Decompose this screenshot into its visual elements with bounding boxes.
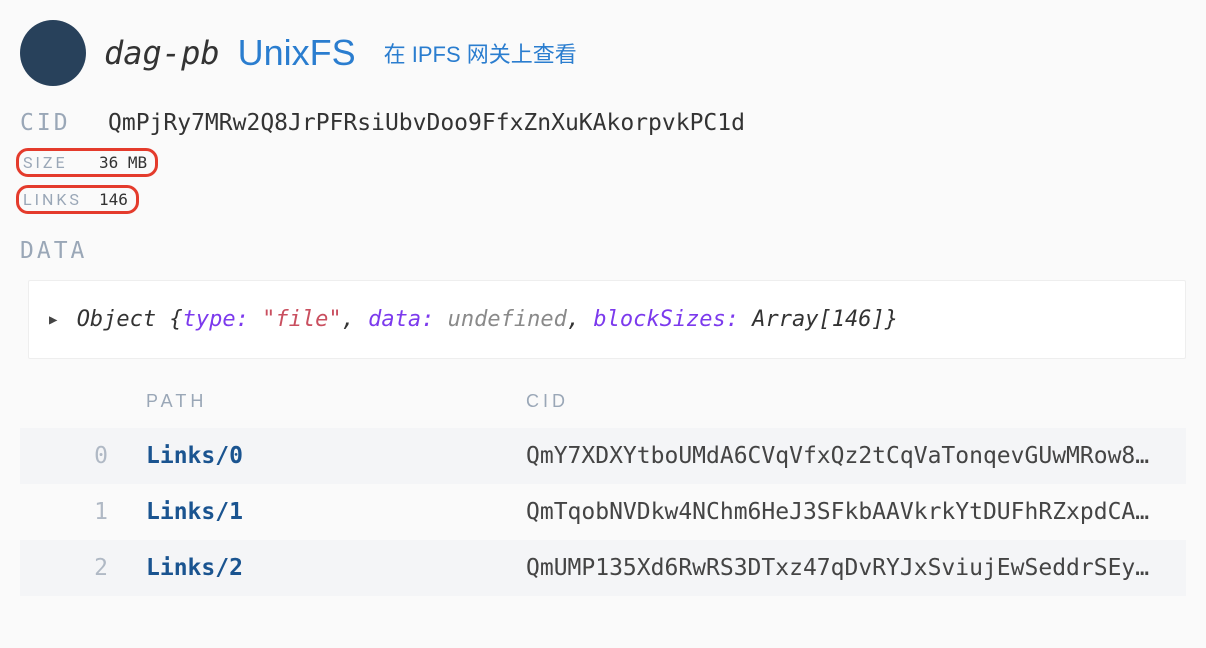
col-index-header bbox=[20, 391, 132, 412]
row-index: 1 bbox=[20, 499, 132, 525]
object-inspector-panel: ▶ Object {type: "file", data: undefined,… bbox=[28, 280, 1186, 359]
table-row: 1 Links/1 QmTqobNVDkw4NChm6HeJ3SFkbAAVkr… bbox=[20, 484, 1186, 540]
links-table: PATH CID 0 Links/0 QmY7XDXYtboUMdA6CVqVf… bbox=[20, 381, 1186, 596]
object-brace-close: } bbox=[885, 307, 898, 332]
col-cid-header: CID bbox=[526, 391, 1186, 412]
links-value: 146 bbox=[99, 190, 128, 209]
links-row-highlighted: LINKS 146 bbox=[16, 185, 139, 214]
object-key-blocksizes: blockSizes: bbox=[593, 307, 739, 332]
object-brace-open: { bbox=[169, 307, 182, 332]
row-path-link[interactable]: Links/1 bbox=[132, 499, 526, 525]
data-label-row: DATA bbox=[20, 238, 1186, 264]
row-cid: QmTqobNVDkw4NChm6HeJ3SFkbAAVkrkYtDUFhRZx… bbox=[526, 499, 1186, 525]
row-index: 0 bbox=[20, 443, 132, 469]
size-label: SIZE bbox=[23, 153, 99, 172]
object-type-icon bbox=[20, 20, 86, 86]
object-keyword: Object bbox=[77, 307, 156, 332]
cid-row: CID QmPjRy7MRw2Q8JrPFRsiUbvDoo9FfxZnXuKA… bbox=[20, 110, 1186, 136]
filesystem-label: UnixFS bbox=[238, 32, 356, 74]
size-value: 36 MB bbox=[99, 153, 147, 172]
object-key-data: data: bbox=[368, 307, 434, 332]
object-val-type: "file" bbox=[262, 307, 341, 332]
object-val-blocksizes: Array[146] bbox=[752, 307, 884, 332]
size-row-highlighted: SIZE 36 MB bbox=[16, 148, 158, 177]
col-path-header: PATH bbox=[132, 391, 526, 412]
object-header: dag-pb UnixFS 在 IPFS 网关上查看 bbox=[20, 20, 1186, 86]
expand-arrow-icon[interactable]: ▶ bbox=[49, 312, 57, 328]
row-path-link[interactable]: Links/2 bbox=[132, 555, 526, 581]
table-row: 2 Links/2 QmUMP135Xd6RwRS3DTxz47qDvRYJxS… bbox=[20, 540, 1186, 596]
gateway-link[interactable]: 在 IPFS 网关上查看 bbox=[384, 37, 577, 69]
links-label: LINKS bbox=[23, 190, 99, 209]
row-path-link[interactable]: Links/0 bbox=[132, 443, 526, 469]
table-row: 0 Links/0 QmY7XDXYtboUMdA6CVqVfxQz2tCqVa… bbox=[20, 428, 1186, 484]
row-cid: QmUMP135Xd6RwRS3DTxz47qDvRYJxSviujEwSedd… bbox=[526, 555, 1186, 581]
data-label: DATA bbox=[20, 238, 108, 264]
cid-value: QmPjRy7MRw2Q8JrPFRsiUbvDoo9FfxZnXuKAkorp… bbox=[108, 110, 745, 136]
row-index: 2 bbox=[20, 555, 132, 581]
table-header: PATH CID bbox=[20, 381, 1186, 428]
object-val-data: undefined bbox=[448, 307, 567, 332]
row-cid: QmY7XDXYtboUMdA6CVqVfxQz2tCqVaTonqevGUwM… bbox=[526, 443, 1186, 469]
cid-label: CID bbox=[20, 110, 108, 136]
object-key-type: type: bbox=[183, 307, 249, 332]
format-label: dag-pb bbox=[104, 34, 220, 72]
